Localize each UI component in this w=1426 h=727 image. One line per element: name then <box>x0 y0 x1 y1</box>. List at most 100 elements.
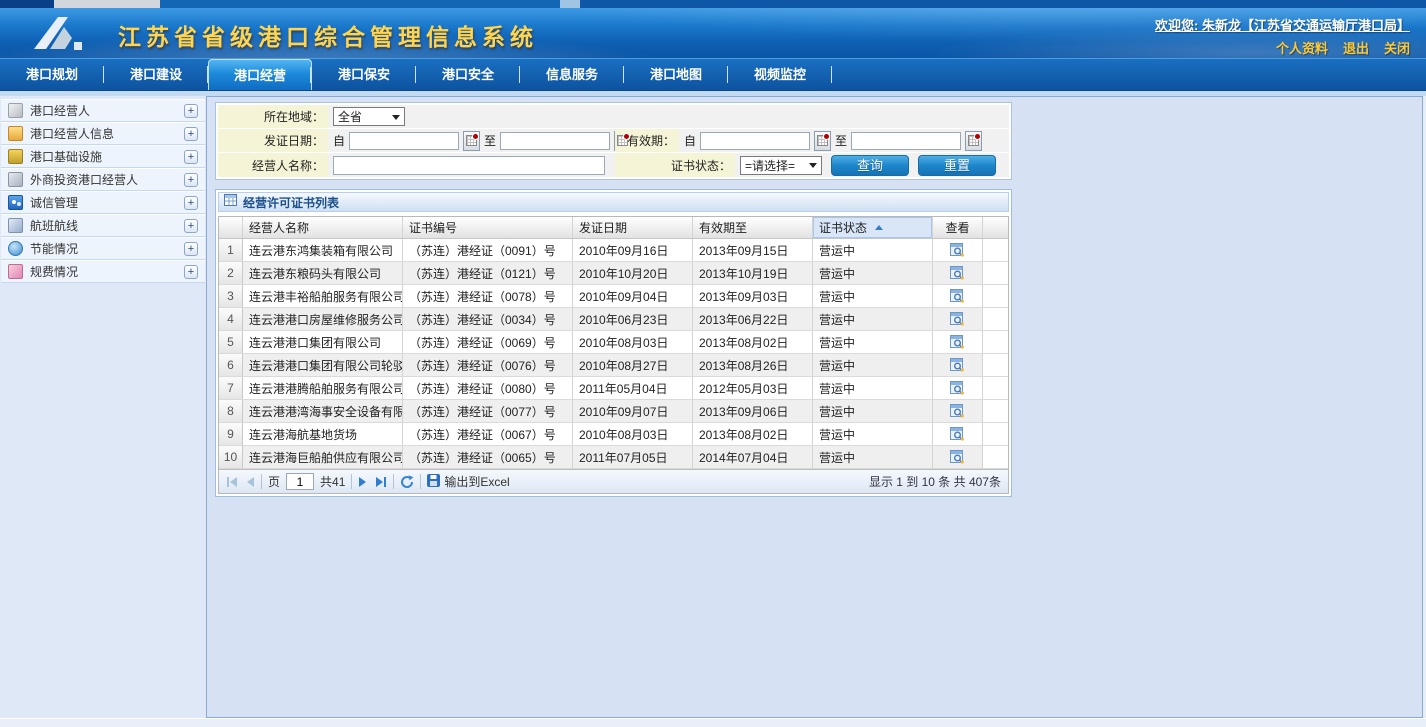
issue-date-from-input[interactable] <box>349 132 459 150</box>
status-cell: 营运中 <box>813 239 933 261</box>
last-page-icon[interactable] <box>374 476 387 488</box>
calendar-icon[interactable] <box>814 131 831 151</box>
view-detail-icon[interactable] <box>950 358 965 373</box>
nav-tab[interactable]: 港口安全 <box>416 59 520 90</box>
view-detail-icon[interactable] <box>950 427 965 442</box>
col-valid-until[interactable]: 有效期至 <box>693 217 813 238</box>
col-cert-no[interactable]: 证书编号 <box>403 217 573 238</box>
main-nav: 港口规划港口建设港口经营港口保安港口安全信息服务港口地图视频监控 <box>0 58 1426 91</box>
region-selected-value: 全省 <box>338 108 362 125</box>
table-row[interactable]: 8 连云港港湾海事安全设备有限... （苏连）港经证（0077）号 2010年0… <box>219 400 1008 423</box>
cert-no-cell: （苏连）港经证（0069）号 <box>403 331 573 353</box>
operator-name-cell: 连云港港湾海事安全设备有限... <box>243 400 403 422</box>
sidebar-item[interactable]: 节能情况 + <box>1 237 205 260</box>
sidebar-item[interactable]: 规费情况 + <box>1 260 205 283</box>
nav-tab[interactable]: 港口经营 <box>208 59 312 90</box>
table-row[interactable]: 9 连云港海航基地货场 （苏连）港经证（0067）号 2010年08月03日 2… <box>219 423 1008 446</box>
expand-plus-button[interactable]: + <box>184 150 198 164</box>
export-excel-button[interactable]: 输出到Excel <box>427 473 509 490</box>
nav-tab[interactable]: 港口建设 <box>104 59 208 90</box>
col-view: 查看 <box>933 217 983 238</box>
expand-plus-button[interactable]: + <box>184 265 198 279</box>
operator-name-cell: 连云港东粮码头有限公司 <box>243 262 403 284</box>
calendar-icon[interactable] <box>463 131 480 151</box>
validity-from-input[interactable] <box>700 132 810 150</box>
view-detail-icon[interactable] <box>950 335 965 350</box>
nav-tab[interactable]: 视频监控 <box>728 59 832 90</box>
table-row[interactable]: 10 连云港海巨船舶供应有限公司 （苏连）港经证（0065）号 2011年07月… <box>219 446 1008 469</box>
nav-tab[interactable]: 港口保安 <box>312 59 416 90</box>
sidebar-item[interactable]: 航班航线 + <box>1 214 205 237</box>
first-page-icon[interactable] <box>226 476 239 488</box>
expand-plus-button[interactable]: + <box>184 242 198 256</box>
table-body: 1 连云港东鸿集装箱有限公司 （苏连）港经证（0091）号 2010年09月16… <box>219 239 1008 469</box>
operator-name-input[interactable] <box>333 156 605 175</box>
sidebar-item-label: 港口经营人 <box>30 102 90 119</box>
view-detail-icon[interactable] <box>950 404 965 419</box>
sidebar-item[interactable]: 外商投资港口经营人 + <box>1 168 205 191</box>
sidebar-item-label: 港口经营人信息 <box>30 125 114 142</box>
chevron-down-icon <box>392 115 400 124</box>
view-detail-icon[interactable] <box>950 312 965 327</box>
expand-plus-button[interactable]: + <box>184 173 198 187</box>
query-button[interactable]: 查询 <box>831 155 909 176</box>
view-detail-icon[interactable] <box>950 450 965 465</box>
col-operator-name[interactable]: 经营人名称 <box>243 217 403 238</box>
issue-date-to-input[interactable] <box>500 132 610 150</box>
view-detail-icon[interactable] <box>950 266 965 281</box>
panel-title: 经营许可证书列表 <box>243 194 339 211</box>
validity-to-input[interactable] <box>851 132 961 150</box>
sidebar-item[interactable]: 港口基础设施 + <box>1 145 205 168</box>
header-link[interactable]: 退出 <box>1343 38 1369 57</box>
table-row[interactable]: 4 连云港港口房屋维修服务公司 （苏连）港经证（0034）号 2010年06月2… <box>219 308 1008 331</box>
refresh-icon[interactable] <box>400 475 414 489</box>
expand-plus-button[interactable]: + <box>184 196 198 210</box>
nav-tab[interactable]: 信息服务 <box>520 59 624 90</box>
expand-plus-button[interactable]: + <box>184 104 198 118</box>
next-page-icon[interactable] <box>358 476 368 488</box>
calendar-icon[interactable] <box>965 131 982 151</box>
expand-plus-button[interactable]: + <box>184 127 198 141</box>
view-detail-icon[interactable] <box>950 243 965 258</box>
certificate-list-panel: 经营许可证书列表 经营人名称 证书编号 发证日期 有效期至 证书状态 查看 <box>215 189 1012 497</box>
cert-status-select[interactable]: =请选择= <box>740 156 822 175</box>
prev-page-icon[interactable] <box>245 476 255 488</box>
col-cert-status-sorted[interactable]: 证书状态 <box>813 217 933 238</box>
table-row[interactable]: 5 连云港港口集团有限公司 （苏连）港经证（0069）号 2010年08月03日… <box>219 331 1008 354</box>
sidebar-item[interactable]: 诚信管理 + <box>1 191 205 214</box>
valid-until-cell: 2012年05月03日 <box>693 377 813 399</box>
row-number: 4 <box>219 308 243 330</box>
page-label: 页 <box>268 473 280 490</box>
col-issue-date[interactable]: 发证日期 <box>573 217 693 238</box>
cert-no-cell: （苏连）港经证（0080）号 <box>403 377 573 399</box>
table-grid-icon <box>224 193 237 211</box>
valid-until-cell: 2013年08月02日 <box>693 423 813 445</box>
view-detail-icon[interactable] <box>950 381 965 396</box>
nav-tab[interactable]: 港口规划 <box>0 59 104 90</box>
status-cell: 营运中 <box>813 446 933 468</box>
expand-plus-button[interactable]: + <box>184 219 198 233</box>
table-row[interactable]: 6 连云港港口集团有限公司轮驳... （苏连）港经证（0076）号 2010年0… <box>219 354 1008 377</box>
header-link[interactable]: 关闭 <box>1384 38 1410 57</box>
region-select[interactable]: 全省 <box>333 107 405 126</box>
table-row[interactable]: 7 连云港港腾船舶服务有限公司 （苏连）港经证（0080）号 2011年05月0… <box>219 377 1008 400</box>
sidebar-item[interactable]: 港口经营人 + <box>1 99 205 122</box>
issue-date-cell: 2010年09月07日 <box>573 400 693 422</box>
page-number-input[interactable] <box>286 473 314 490</box>
reset-button[interactable]: 重置 <box>918 155 996 176</box>
sidebar-item[interactable]: 港口经营人信息 + <box>1 122 205 145</box>
issue-date-cell: 2010年10月20日 <box>573 262 693 284</box>
view-detail-icon[interactable] <box>950 289 965 304</box>
header-link[interactable]: 个人资料 <box>1276 38 1328 57</box>
nav-tab[interactable]: 港口地图 <box>624 59 728 90</box>
table-row[interactable]: 1 连云港东鸿集装箱有限公司 （苏连）港经证（0091）号 2010年09月16… <box>219 239 1008 262</box>
table-row[interactable]: 3 连云港丰裕船舶服务有限公司 （苏连）港经证（0078）号 2010年09月0… <box>219 285 1008 308</box>
status-cell: 营运中 <box>813 354 933 376</box>
sidebar-menu: 港口经营人 + 港口经营人信息 + 港口基础设施 + 外商投资港口经营人 + 诚… <box>0 96 206 718</box>
table-row[interactable]: 2 连云港东粮码头有限公司 （苏连）港经证（0121）号 2010年10月20日… <box>219 262 1008 285</box>
sort-asc-icon <box>875 221 883 230</box>
status-cell: 营运中 <box>813 262 933 284</box>
issue-date-cell: 2010年09月04日 <box>573 285 693 307</box>
energy-saving-icon <box>8 241 23 256</box>
window-bottom-edge <box>0 718 1426 727</box>
